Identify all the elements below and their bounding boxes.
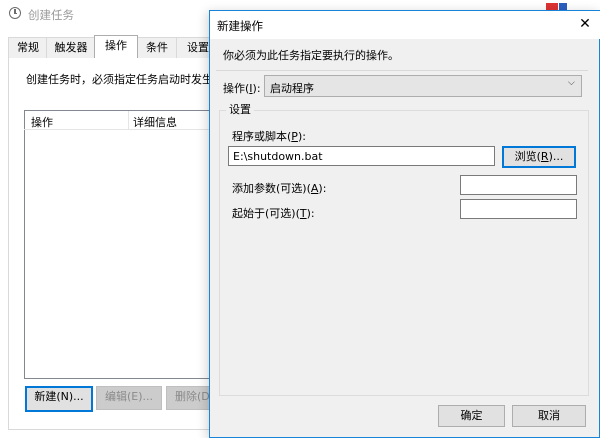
cancel-button[interactable]: 取消 bbox=[512, 405, 586, 427]
actions-list[interactable] bbox=[24, 110, 218, 379]
label-text: 程序或脚本( bbox=[232, 130, 292, 143]
label-text: ): bbox=[306, 207, 315, 220]
close-icon[interactable]: ✕ bbox=[570, 11, 600, 39]
tab-actions[interactable]: 操作 bbox=[94, 35, 138, 58]
edit-action-button[interactable]: 编辑(E)... bbox=[96, 386, 162, 410]
tab-triggers[interactable]: 触发器 bbox=[46, 37, 96, 58]
dialog-instruction: 你必须为此任务指定要执行的操作。 bbox=[223, 49, 399, 62]
label-text: 操作( bbox=[223, 82, 250, 95]
action-type-value[interactable]: 启动程序 bbox=[270, 80, 314, 96]
divider bbox=[216, 70, 588, 71]
label-text: 起始于(可选)( bbox=[232, 207, 300, 220]
actions-description: 创建任务时，必须指定任务启动时发生的 bbox=[26, 73, 224, 86]
label-text: ): bbox=[297, 130, 306, 143]
column-divider[interactable] bbox=[128, 111, 129, 129]
start-in-input[interactable] bbox=[460, 199, 577, 219]
actions-list-header bbox=[24, 110, 218, 130]
new-action-button[interactable]: 新建(N)... bbox=[25, 386, 93, 412]
arguments-input[interactable] bbox=[460, 175, 577, 195]
accelerator-key: P bbox=[291, 130, 298, 143]
column-header-details[interactable]: 详细信息 bbox=[133, 114, 177, 130]
label-text: ): bbox=[318, 182, 327, 195]
create-task-title: 创建任务 bbox=[28, 8, 74, 22]
dialog-titlebar[interactable] bbox=[210, 11, 600, 39]
arguments-label: 添加参数(可选)(A): bbox=[232, 180, 326, 196]
chevron-down-icon[interactable]: ⌵ bbox=[568, 78, 575, 88]
button-text: )... bbox=[548, 150, 564, 163]
program-script-label: 程序或脚本(P): bbox=[232, 128, 306, 144]
tab-conditions[interactable]: 条件 bbox=[136, 37, 178, 58]
tab-strip: 常规 触发器 操作 条件 设置 bbox=[8, 35, 220, 58]
action-type-label: 操作(I): bbox=[223, 80, 261, 96]
accelerator-key: T bbox=[299, 207, 307, 220]
accelerator-key: R bbox=[540, 150, 549, 163]
label-text: 添加参数(可选)( bbox=[232, 182, 311, 195]
browse-button[interactable]: 浏览(R)... bbox=[502, 146, 576, 168]
tab-general[interactable]: 常规 bbox=[8, 37, 48, 58]
program-script-input[interactable] bbox=[228, 146, 495, 166]
dialog-title: 新建操作 bbox=[217, 19, 263, 33]
button-text: 浏览( bbox=[514, 150, 541, 163]
settings-group-label: 设置 bbox=[226, 101, 254, 117]
column-header-action[interactable]: 操作 bbox=[31, 114, 53, 130]
start-in-label: 起始于(可选)(T): bbox=[232, 205, 315, 221]
ok-button[interactable]: 确定 bbox=[438, 405, 505, 427]
label-text: ): bbox=[252, 82, 261, 95]
task-scheduler-clock-icon bbox=[9, 7, 21, 19]
